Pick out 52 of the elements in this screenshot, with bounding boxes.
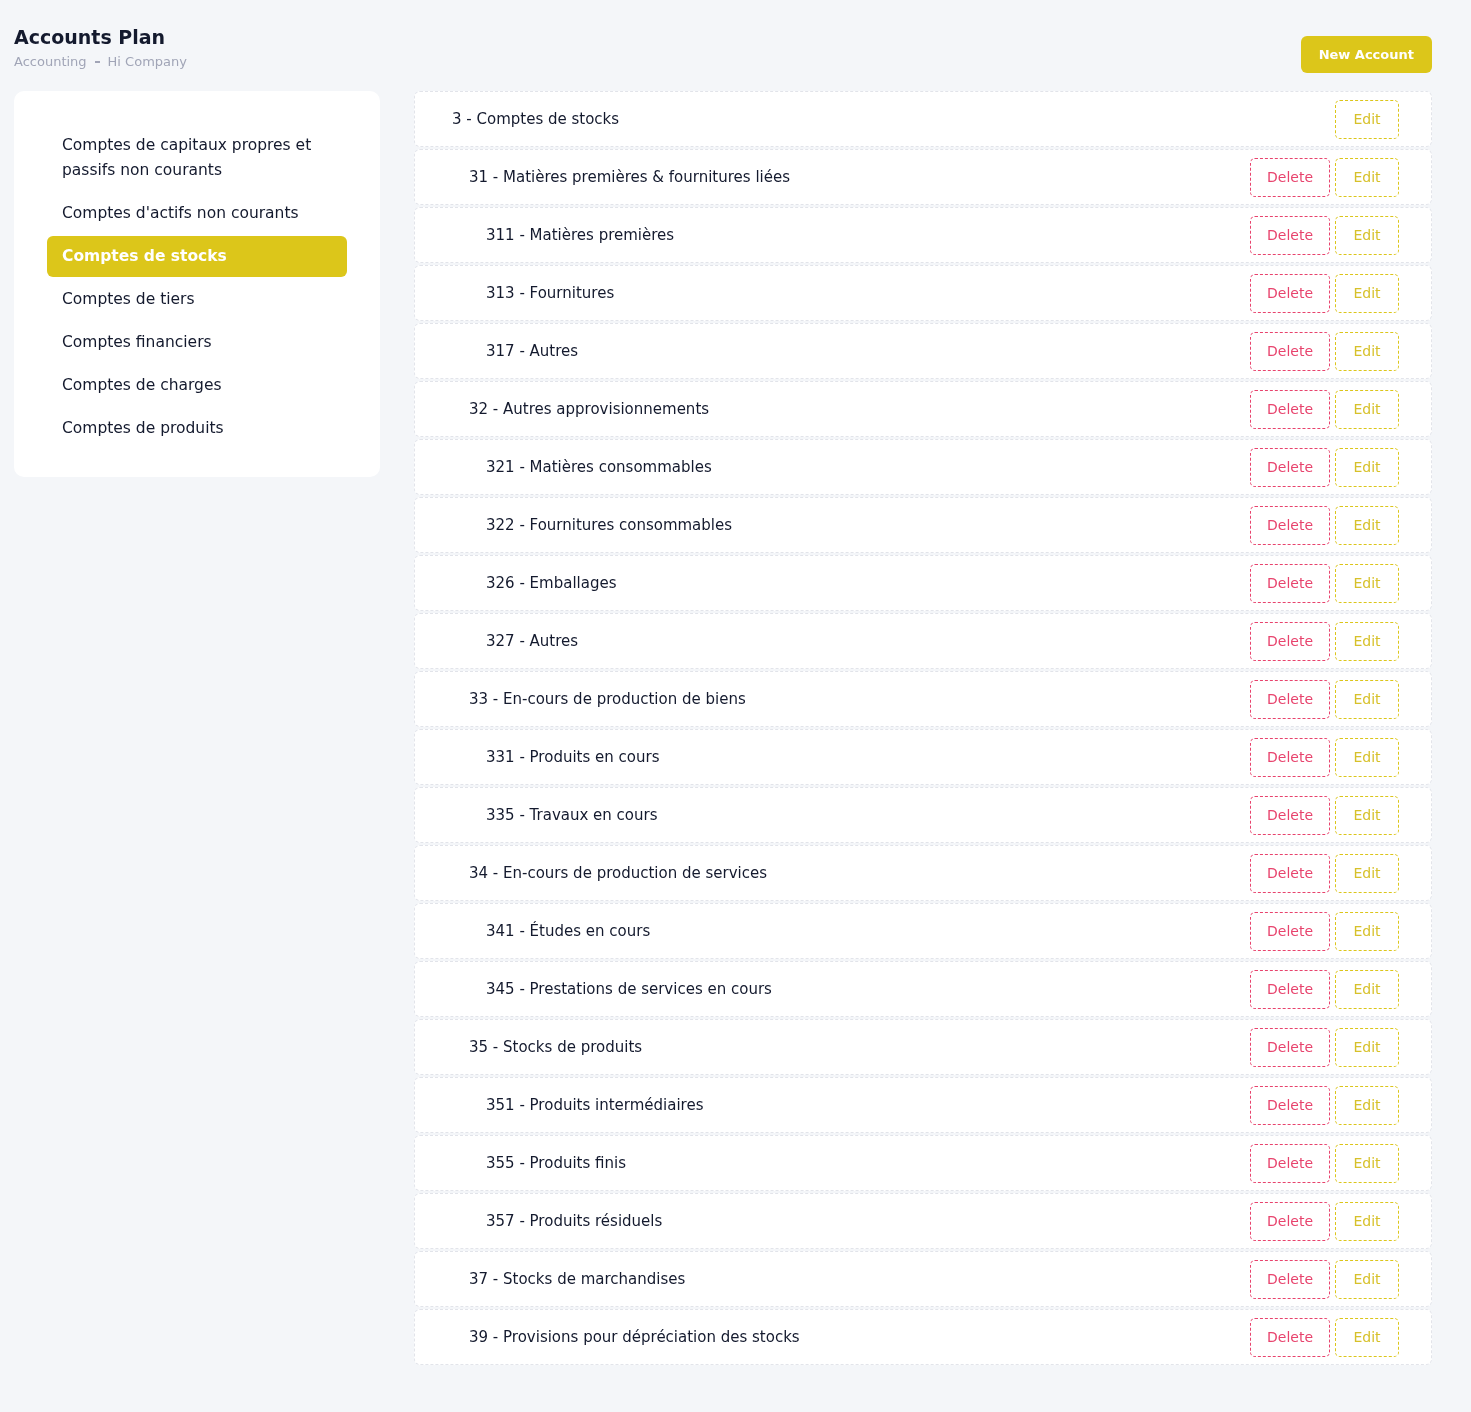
account-label: 351 - Produits intermédiaires bbox=[485, 1096, 705, 1114]
account-label: 322 - Fournitures consommables bbox=[485, 516, 734, 534]
delete-button[interactable]: Delete bbox=[1250, 447, 1330, 487]
delete-button[interactable]: Delete bbox=[1250, 853, 1330, 893]
delete-button[interactable]: Delete bbox=[1250, 969, 1330, 1009]
account-label: 331 - Produits en cours bbox=[485, 748, 661, 766]
delete-button[interactable]: Delete bbox=[1250, 795, 1330, 835]
delete-button[interactable]: Delete bbox=[1250, 1259, 1330, 1299]
account-label: 32 - Autres approvisionnements bbox=[468, 400, 711, 418]
sidebar-item[interactable]: Comptes d'actifs non courants bbox=[47, 193, 347, 234]
delete-button[interactable]: Delete bbox=[1250, 1085, 1330, 1125]
breadcrumb-item[interactable]: Accounting bbox=[14, 54, 87, 69]
delete-button[interactable]: Delete bbox=[1250, 737, 1330, 777]
delete-button[interactable]: Delete bbox=[1250, 157, 1330, 197]
account-label: 311 - Matières premières bbox=[485, 226, 676, 244]
delete-button[interactable]: Delete bbox=[1250, 679, 1330, 719]
account-label: 39 - Provisions pour dépréciation des stocks bbox=[468, 1328, 801, 1346]
account-label: 3 - Comptes de stocks bbox=[451, 110, 621, 128]
account-label: 31 - Matières premières & fournitures liées bbox=[468, 168, 791, 186]
delete-button[interactable]: Delete bbox=[1250, 215, 1330, 255]
account-label: 317 - Autres bbox=[485, 342, 580, 360]
account-label: 326 - Emballages bbox=[485, 574, 618, 592]
account-label: 33 - En-cours de production de biens bbox=[468, 690, 747, 708]
page-title: Accounts Plan bbox=[14, 26, 167, 48]
account-label: 335 - Travaux en cours bbox=[485, 806, 659, 824]
account-label: 341 - Études en cours bbox=[485, 922, 652, 940]
account-label: 345 - Prestations de services en cours bbox=[485, 980, 773, 998]
account-label: 355 - Produits finis bbox=[485, 1154, 627, 1172]
account-label: 37 - Stocks de marchandises bbox=[468, 1270, 687, 1288]
delete-button[interactable]: Delete bbox=[1250, 389, 1330, 429]
delete-button[interactable]: Delete bbox=[1250, 1143, 1330, 1183]
delete-button[interactable]: Delete bbox=[1250, 1317, 1330, 1357]
delete-button[interactable]: Delete bbox=[1250, 273, 1330, 313]
sidebar-item[interactable]: Comptes financiers bbox=[47, 322, 347, 363]
account-label: 357 - Produits résiduels bbox=[485, 1212, 664, 1230]
delete-button[interactable]: Delete bbox=[1250, 1027, 1330, 1067]
delete-button[interactable]: Delete bbox=[1250, 563, 1330, 603]
account-label: 321 - Matières consommables bbox=[485, 458, 713, 476]
sidebar-item[interactable]: Comptes de charges bbox=[47, 365, 347, 406]
delete-button[interactable]: Delete bbox=[1250, 1201, 1330, 1241]
account-label: 327 - Autres bbox=[485, 632, 580, 650]
sidebar-item[interactable]: Comptes de produits bbox=[47, 408, 347, 449]
breadcrumb-item[interactable]: Hi Company bbox=[107, 54, 187, 69]
account-label: 34 - En-cours de production de services bbox=[468, 864, 768, 882]
delete-button[interactable]: Delete bbox=[1250, 331, 1330, 371]
delete-button[interactable]: Delete bbox=[1250, 911, 1330, 951]
sidebar-item[interactable]: Comptes de capitaux propres et passifs non courants bbox=[47, 125, 347, 191]
delete-button[interactable]: Delete bbox=[1250, 621, 1330, 661]
sidebar-item[interactable]: Comptes de tiers bbox=[47, 279, 347, 320]
delete-button[interactable]: Delete bbox=[1250, 505, 1330, 545]
account-label: 313 - Fournitures bbox=[485, 284, 616, 302]
account-label: 35 - Stocks de produits bbox=[468, 1038, 644, 1056]
